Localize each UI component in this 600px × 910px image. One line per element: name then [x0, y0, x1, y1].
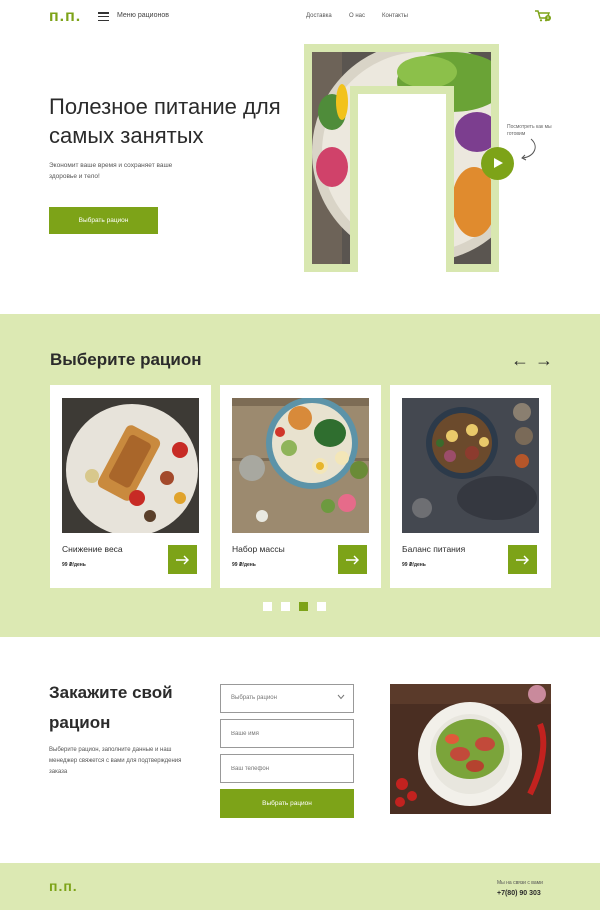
diet-card-price: 99 ₽/день: [402, 562, 426, 568]
diet-card-title: Набор массы: [232, 544, 285, 554]
diet-card-balance[interactable]: Баланс питания 99 ₽/день: [390, 385, 551, 588]
footer-note: Мы на связи с вами: [497, 880, 543, 886]
footer: [0, 863, 600, 910]
diet-image-balance: [402, 398, 539, 533]
hero-title: Полезное питание для самых занятых: [49, 94, 281, 148]
curved-arrow-icon: [521, 138, 536, 161]
order-title: Закажите свой рацион: [49, 683, 173, 732]
arrow-right-icon: [515, 555, 529, 564]
diet-card-arrow-button[interactable]: [508, 545, 537, 574]
arrow-right-icon: [175, 555, 189, 564]
logo[interactable]: п.п.: [49, 8, 81, 26]
play-video-button[interactable]: [481, 147, 514, 180]
hero-choose-button[interactable]: Выбрать рацион: [49, 207, 158, 234]
burger-menu-icon[interactable]: [98, 12, 109, 21]
carousel-next-arrow-icon[interactable]: →: [535, 350, 553, 370]
order-submit-button[interactable]: Выбрать рацион: [220, 789, 354, 818]
nav-link-about[interactable]: О нас: [349, 13, 365, 19]
diet-card-weight-loss[interactable]: Снижение веса 99 ₽/день: [50, 385, 211, 588]
diet-card-arrow-button[interactable]: [168, 545, 197, 574]
menu-link[interactable]: Меню рационов: [117, 12, 169, 19]
carousel-dot-3[interactable]: [299, 602, 308, 611]
chevron-down-icon: [337, 694, 345, 700]
carousel-dot-1[interactable]: [263, 602, 272, 611]
footer-phone[interactable]: +7(80) 90 303: [497, 890, 541, 897]
diet-select[interactable]: Выбрать рацион: [220, 684, 354, 713]
phone-field[interactable]: [220, 754, 354, 783]
carousel-dot-4[interactable]: [317, 602, 326, 611]
nav-link-contacts[interactable]: Контакты: [382, 13, 408, 19]
hero-frame-cutout: [350, 86, 454, 272]
hero-subtitle: Экономит ваше время и сохраняет ваше здо…: [49, 162, 173, 180]
diet-card-title: Баланс питания: [402, 544, 466, 554]
diets-title: Выберите рацион: [50, 350, 202, 369]
video-note: Посмотреть как мы готовим: [507, 124, 552, 137]
name-field[interactable]: [220, 719, 354, 748]
nav-link-delivery[interactable]: Доставка: [306, 13, 332, 19]
diet-image-mass-gain: [232, 398, 369, 533]
diet-image-weight-loss: [62, 398, 199, 533]
diet-card-title: Снижение веса: [62, 544, 123, 554]
diet-card-mass-gain[interactable]: Набор массы 99 ₽/день: [220, 385, 381, 588]
carousel-dot-2[interactable]: [281, 602, 290, 611]
arrow-right-icon: [345, 555, 359, 564]
footer-logo[interactable]: п.п.: [49, 878, 78, 894]
order-description: Выберите рацион, заполните данные и наш …: [49, 747, 182, 775]
diet-card-price: 99 ₽/день: [232, 562, 256, 568]
order-food-image: [390, 684, 551, 814]
diet-card-arrow-button[interactable]: [338, 545, 367, 574]
diet-card-price: 99 ₽/день: [62, 562, 86, 568]
cart-badge: 0: [545, 15, 551, 21]
carousel-prev-arrow-icon[interactable]: ←: [511, 350, 529, 370]
